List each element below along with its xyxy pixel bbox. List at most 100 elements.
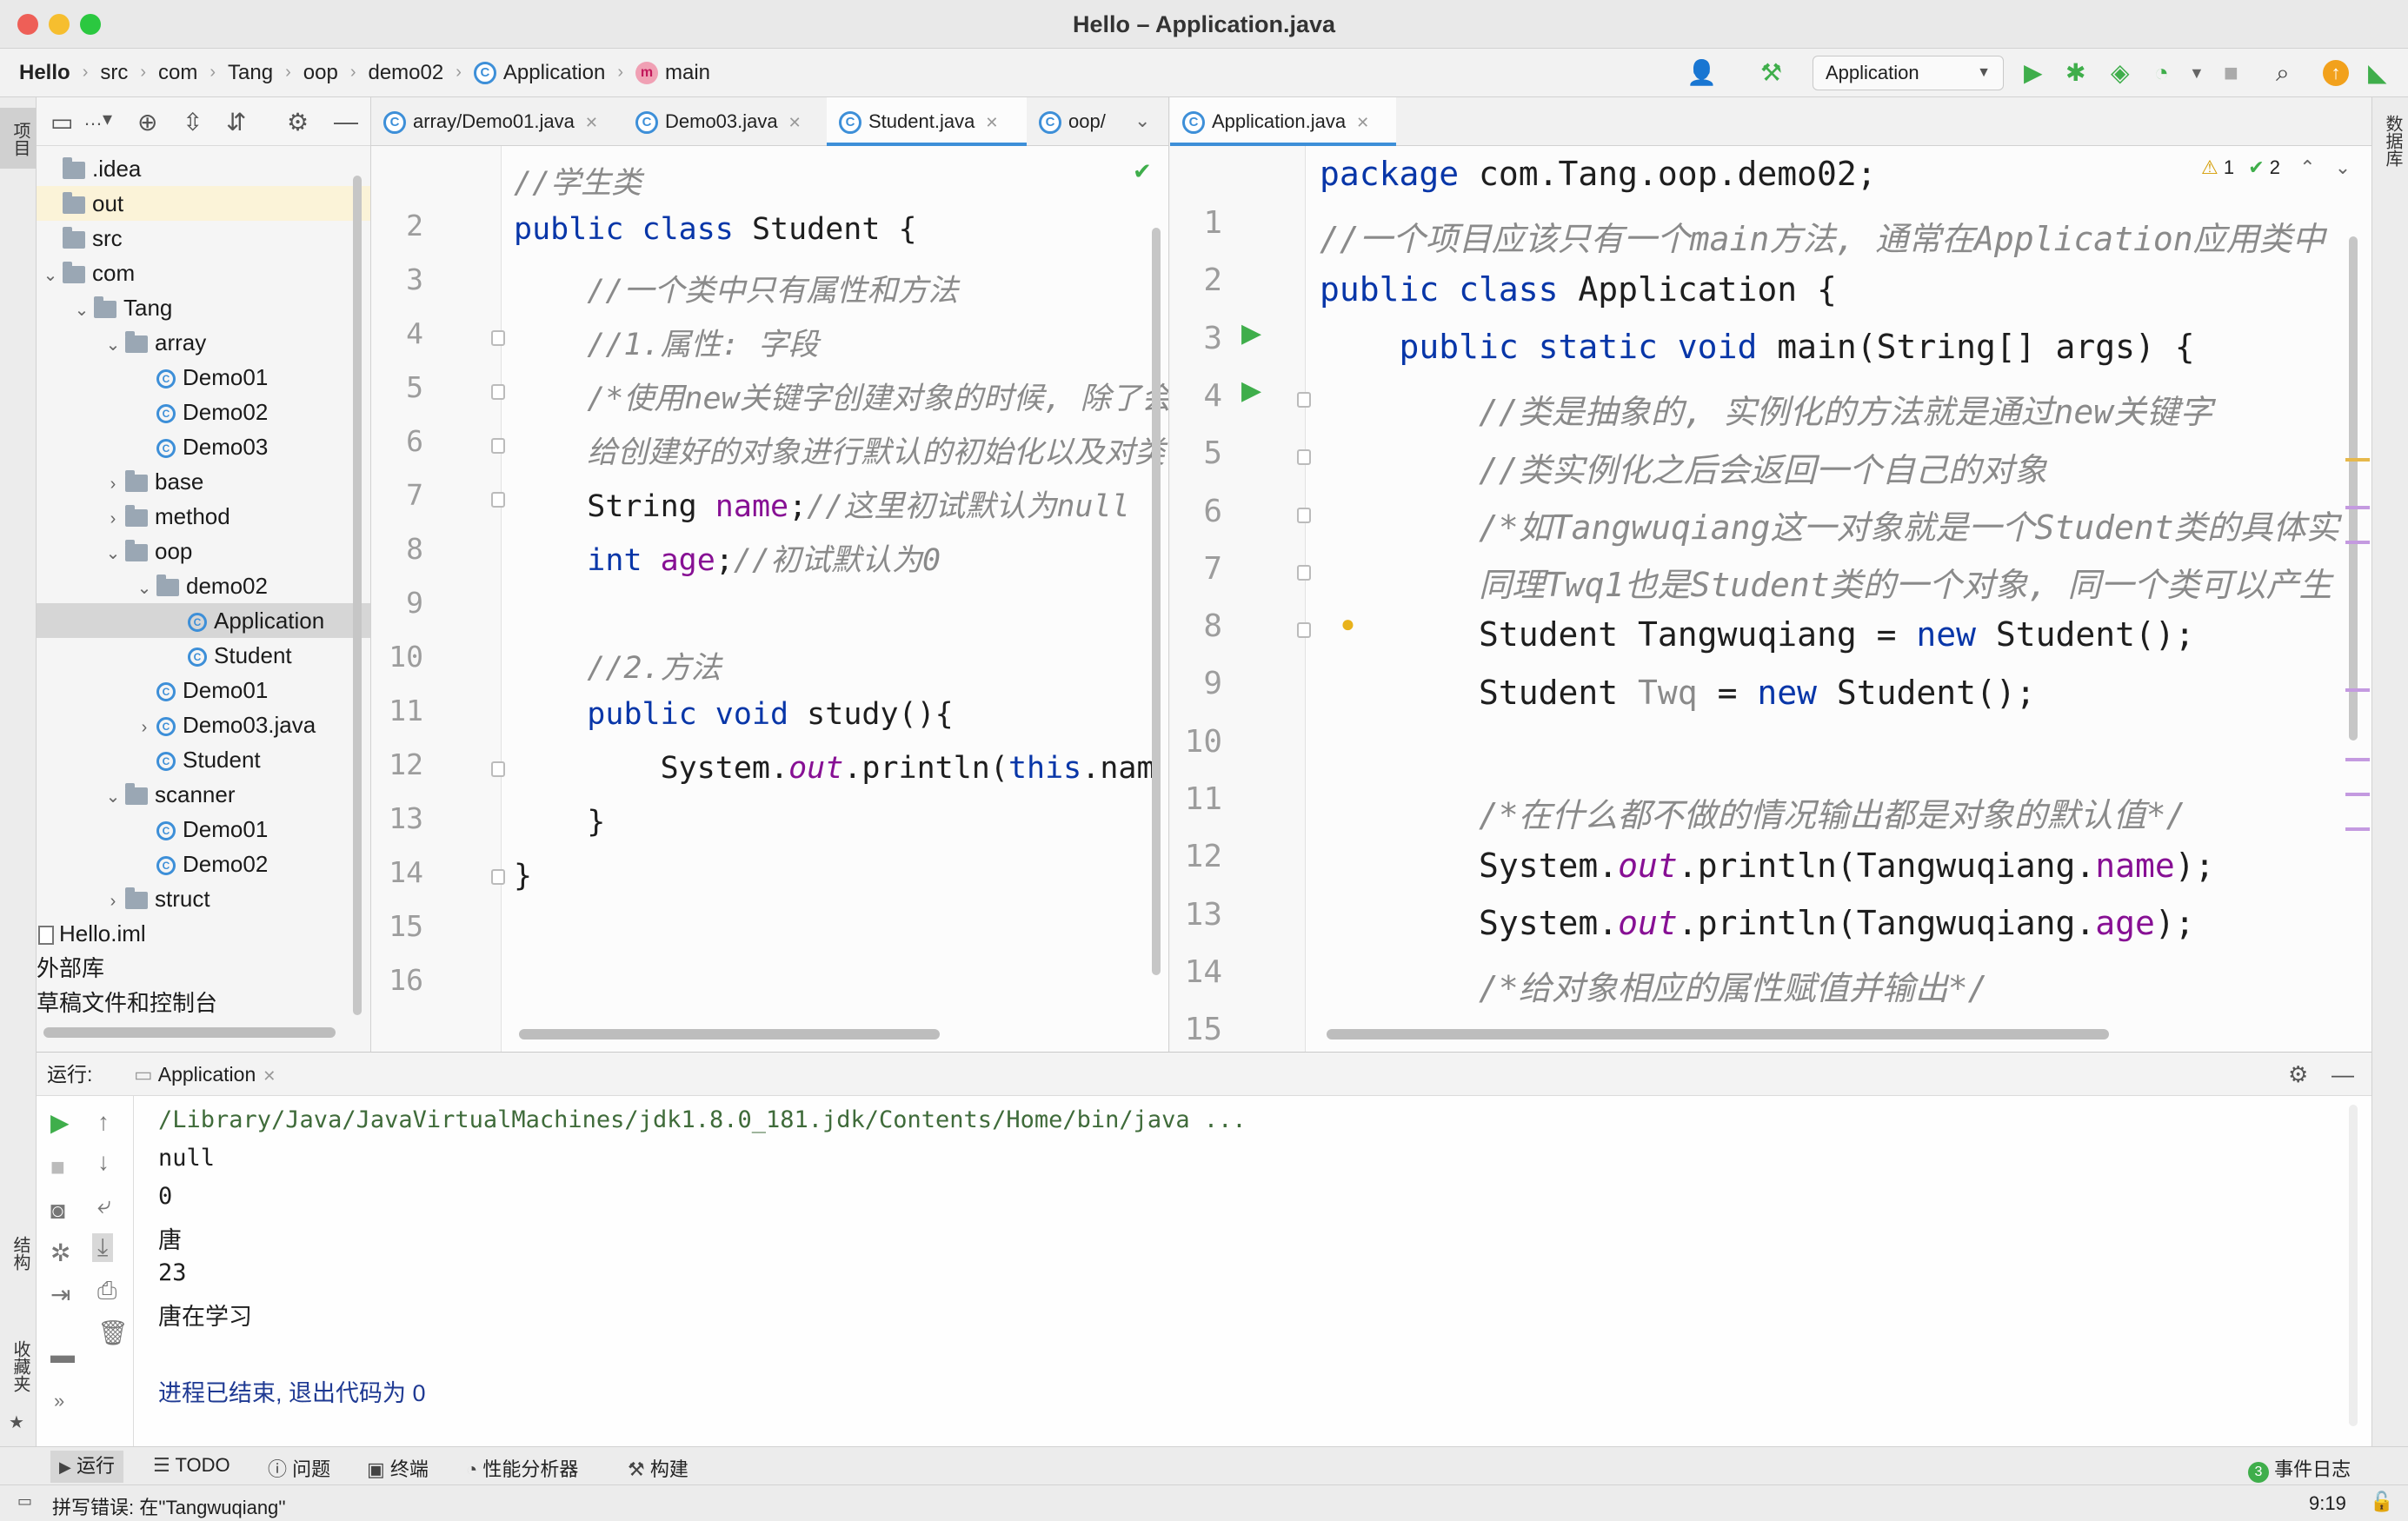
editor-h-scrollbar[interactable] xyxy=(1327,1029,2109,1039)
close-icon[interactable]: ✕ xyxy=(1356,114,1369,131)
tab-demo03[interactable]: C Demo03.java ✕ xyxy=(623,97,827,146)
tree-item-tang[interactable]: ⌄ Tang xyxy=(37,290,370,328)
tool-tab-terminal[interactable]: ▣ 终端 xyxy=(367,1454,429,1482)
lock-icon[interactable]: 🔓 xyxy=(2370,1491,2393,1513)
fold-marker-icon[interactable] xyxy=(491,492,505,508)
fold-marker-icon[interactable] xyxy=(1297,449,1311,466)
print-icon[interactable]: ⎙ xyxy=(97,1277,116,1305)
hide-panel-icon[interactable]: — xyxy=(2332,1053,2354,1096)
previous-highlight-icon[interactable]: ⌃ xyxy=(2299,156,2315,178)
chevron-right-icon[interactable]: › xyxy=(104,884,122,919)
code-with-me-icon[interactable]: ◣ xyxy=(2368,59,2387,87)
tab-array-demo01[interactable]: Carray/Demo01.java ✕ xyxy=(371,97,623,146)
chevron-down-icon[interactable]: ⌄ xyxy=(136,571,153,606)
chevron-down-icon[interactable]: ⌄ xyxy=(1134,110,1150,132)
tree-item-src[interactable]: src xyxy=(37,221,370,256)
gear-icon[interactable]: ⚙ xyxy=(2288,1053,2308,1096)
user-icon[interactable]: 👤 xyxy=(1686,59,1717,87)
settings-icon[interactable]: ✲ xyxy=(50,1239,70,1267)
tree-item-demo02[interactable]: C Demo02 xyxy=(37,847,370,881)
tree-item-oop[interactable]: ⌄ oop xyxy=(37,534,370,571)
coverage-icon[interactable]: ◈ xyxy=(2111,59,2130,87)
occurrence-stripe[interactable] xyxy=(2345,827,2370,831)
hide-panel-icon[interactable]: — xyxy=(334,108,358,136)
structure-tool-button[interactable]: 结构 xyxy=(0,1227,37,1305)
tab-application[interactable]: C Application.java ✕ xyxy=(1170,97,1396,146)
editor-v-scrollbar[interactable] xyxy=(2349,236,2358,741)
run-tab-application[interactable]: ▭ Application ✕ xyxy=(123,1053,286,1096)
soft-wrap-icon[interactable]: ⤶ xyxy=(97,1192,111,1220)
tool-tab-profiler[interactable]: ◔ 性能分析器 xyxy=(466,1454,578,1482)
chevron-right-icon[interactable]: › xyxy=(104,467,122,501)
chevron-right-icon[interactable]: › xyxy=(136,710,153,745)
run-main-gutter-icon[interactable]: ▶ xyxy=(1241,375,1261,406)
tree-item-com[interactable]: ⌄ com xyxy=(37,256,370,293)
restore-layout-icon[interactable]: ⇥ xyxy=(50,1280,70,1309)
database-tool-button[interactable]: 数据库 xyxy=(2372,106,2408,202)
fold-marker-icon[interactable] xyxy=(1297,507,1311,523)
fold-marker-icon[interactable] xyxy=(491,761,505,777)
chevron-right-icon[interactable]: › xyxy=(104,501,122,536)
chevron-down-icon[interactable]: ⌄ xyxy=(104,780,122,814)
tree-item--[interactable]: 草稿文件和控制台 xyxy=(37,986,370,1020)
tool-tab-build[interactable]: ⚒ 构建 xyxy=(628,1454,688,1482)
tree-item-hello-iml[interactable]: Hello.iml xyxy=(37,916,370,951)
update-icon[interactable]: ↑ xyxy=(2323,60,2349,86)
tree-item-demo02[interactable]: ⌄ demo02 xyxy=(37,568,370,606)
chevron-down-icon[interactable]: ⌄ xyxy=(104,536,122,571)
editor-h-scrollbar[interactable] xyxy=(519,1029,940,1039)
tree-item-base[interactable]: › base xyxy=(37,464,370,501)
fold-marker-icon[interactable] xyxy=(491,438,505,454)
occurrence-stripe[interactable] xyxy=(2345,793,2370,796)
profile-icon[interactable]: ◔ xyxy=(2154,59,2169,87)
tree-item-demo01[interactable]: C Demo01 xyxy=(37,673,370,707)
chevron-down-icon[interactable]: ⌄ xyxy=(42,258,59,293)
close-icon[interactable]: ✕ xyxy=(985,114,998,131)
scroll-up-icon[interactable]: ↑ xyxy=(97,1108,110,1136)
trash-icon[interactable]: 🗑 xyxy=(97,1318,129,1347)
close-icon[interactable]: ✕ xyxy=(585,114,598,131)
caret-position[interactable]: 9:19 xyxy=(2309,1492,2346,1515)
tree-item-application[interactable]: C Application xyxy=(37,603,370,638)
breadcrumb-src[interactable]: src xyxy=(100,61,128,85)
tree-item-student[interactable]: C Student xyxy=(37,742,370,777)
fold-marker-icon[interactable] xyxy=(1297,564,1311,581)
fold-marker-icon[interactable] xyxy=(1297,622,1311,639)
debug-bug-icon[interactable]: ✱ xyxy=(2065,59,2085,87)
tool-tab-problems[interactable]: ⓘ 问题 xyxy=(268,1454,330,1482)
lightbulb-icon[interactable]: ● xyxy=(1340,610,1355,638)
occurrence-stripe[interactable] xyxy=(2345,758,2370,761)
tree-item--[interactable]: 外部库 xyxy=(37,951,370,986)
occurrence-stripe[interactable] xyxy=(2345,688,2370,692)
occurrence-stripe[interactable] xyxy=(2345,541,2370,544)
tree-item--idea[interactable]: .idea xyxy=(37,151,370,186)
tree-item-demo03[interactable]: C Demo03 xyxy=(37,429,370,464)
stop-icon[interactable]: ■ xyxy=(50,1153,65,1181)
tree-item-demo01[interactable]: C Demo01 xyxy=(37,360,370,395)
fold-marker-icon[interactable] xyxy=(491,869,505,885)
fold-marker-icon[interactable] xyxy=(491,384,505,400)
breadcrumb-main[interactable]: main xyxy=(665,61,710,85)
more-run-options-icon[interactable]: ▼ xyxy=(2189,59,2205,87)
run-class-gutter-icon[interactable]: ▶ xyxy=(1241,318,1261,349)
tab-student[interactable]: C Student.java ✕ xyxy=(827,97,1027,146)
chevron-down-icon[interactable]: ⌄ xyxy=(73,293,90,328)
expand-all-icon[interactable]: ⇳ xyxy=(183,108,203,136)
build-hammer-icon[interactable]: ⚒ xyxy=(1760,59,1782,87)
tree-item-demo03-java[interactable]: › C Demo03.java xyxy=(37,707,370,745)
run-icon[interactable]: ▶ xyxy=(2024,59,2043,87)
run-configuration-select[interactable]: Application ▼ xyxy=(1813,56,2004,90)
editor-v-scrollbar[interactable] xyxy=(1152,228,1161,975)
favorites-tool-button[interactable]: 收藏夹 ★ xyxy=(0,1332,37,1436)
breadcrumb-tang[interactable]: Tang xyxy=(228,61,273,85)
fold-marker-icon[interactable] xyxy=(491,330,505,346)
more-icon[interactable]: » xyxy=(54,1390,64,1412)
project-view-icon[interactable]: ▭ xyxy=(50,108,73,136)
tree-item-method[interactable]: › method xyxy=(37,499,370,536)
scroll-to-end-icon[interactable]: ⤓ xyxy=(92,1233,114,1262)
next-highlight-icon[interactable]: ⌄ xyxy=(2335,156,2351,178)
tree-item-demo01[interactable]: C Demo01 xyxy=(37,812,370,847)
breadcrumb-com[interactable]: com xyxy=(158,61,197,85)
tree-item-demo02[interactable]: C Demo02 xyxy=(37,395,370,429)
project-h-scrollbar[interactable] xyxy=(43,1027,336,1038)
